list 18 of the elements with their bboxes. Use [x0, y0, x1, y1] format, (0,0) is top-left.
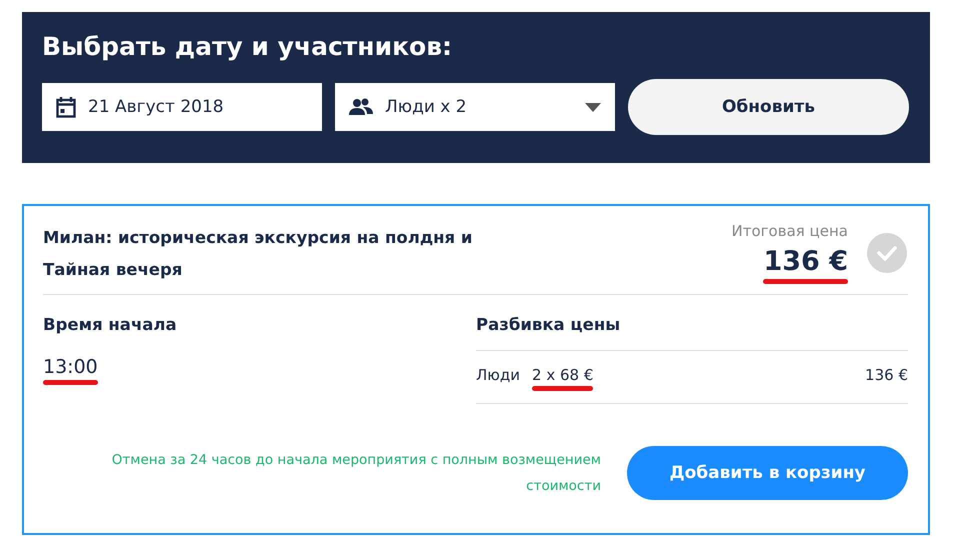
price-breakdown-heading: Разбивка цены: [476, 315, 908, 351]
caret-icon: [585, 102, 601, 112]
offer-title: Милан: историческая экскурсия на полдня и Тайная вечеря: [43, 227, 474, 281]
calendar-icon: [56, 96, 76, 118]
total-label: Итоговая цена: [732, 222, 848, 240]
unit-price: 2 x 68 €: [532, 366, 594, 384]
start-time-heading: Время начала: [43, 315, 178, 334]
breakdown-label: Люди: [476, 366, 520, 384]
total-price: 136 €: [763, 246, 848, 277]
start-time: 13:00: [43, 356, 98, 378]
breakdown-amount: 136 €: [865, 366, 908, 384]
date-field[interactable]: 21 Август 2018: [42, 83, 322, 131]
people-icon: [349, 98, 373, 116]
check-icon[interactable]: [866, 232, 908, 274]
update-button[interactable]: Обновить: [628, 79, 909, 135]
people-select[interactable]: Люди x 2: [335, 83, 615, 131]
panel-title: Выбрать дату и участников:: [42, 32, 454, 61]
cancellation-note: Отмена за 24 часов до начала мероприятия с полным возмещением стоимости: [110, 451, 601, 496]
